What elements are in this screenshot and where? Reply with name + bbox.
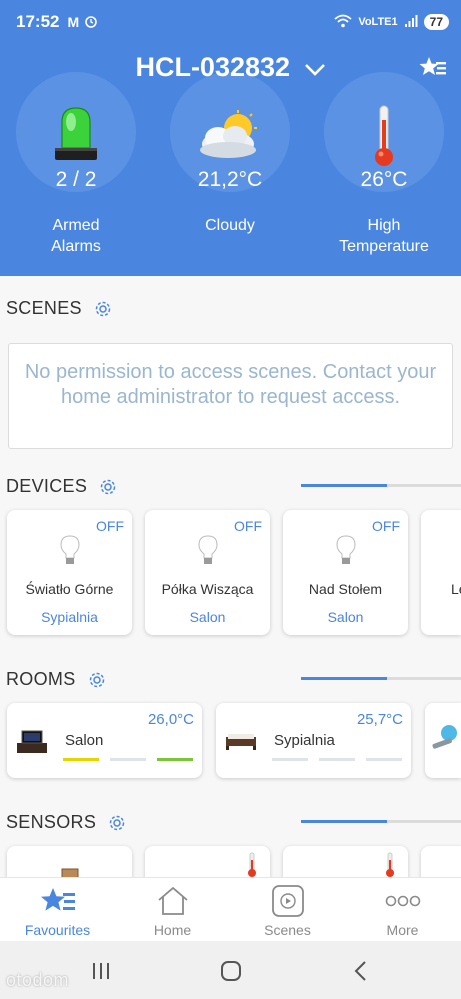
nav-label: Favourites [24, 922, 91, 938]
room-indicator [319, 758, 355, 761]
network-type: VoLTE1 [358, 16, 398, 28]
scroll-thumb [301, 484, 387, 487]
rooms-section-header: ROOMS [6, 669, 106, 690]
nav-label: Home [153, 922, 192, 938]
cloud-sun-icon [190, 110, 270, 169]
rooms-scroll-indicator [301, 677, 461, 680]
device-state: OFF [234, 518, 262, 534]
weather-label: Cloudy [160, 215, 300, 236]
section-title: SENSORS [6, 812, 97, 832]
device-name: Nad Stołem [308, 581, 383, 597]
device-room: Salon [189, 609, 226, 625]
favourites-edit-icon[interactable] [419, 56, 447, 85]
device-name: Światło Górne [25, 581, 114, 597]
star-list-icon [0, 884, 115, 918]
room-card[interactable]: 25,7°C Sypialnia [216, 703, 411, 778]
gear-icon[interactable] [99, 478, 117, 496]
device-state: OFF [372, 518, 400, 534]
device-room: Sypialnia [41, 609, 98, 625]
scenes-no-permission-message: No permission to access scenes. Contact … [8, 343, 453, 449]
room-indicator [157, 758, 193, 761]
chevron-down-icon [304, 53, 326, 84]
device-room: Salon [327, 609, 364, 625]
room-card[interactable] [425, 703, 461, 778]
alarm-clock-icon [84, 14, 98, 31]
devices-section-header: DEVICES [6, 476, 117, 497]
back-icon[interactable] [352, 960, 368, 987]
gear-icon[interactable] [108, 814, 126, 832]
recent-apps-icon[interactable] [91, 961, 111, 986]
light-bulb-icon [197, 534, 219, 571]
widget-label-line: Temperature [339, 238, 429, 255]
room-indicator [63, 758, 99, 761]
wifi-icon [334, 14, 352, 31]
widget-label-line: High [367, 217, 401, 234]
devices-scroll-indicator [301, 484, 461, 487]
nav-label: Scenes [264, 922, 311, 938]
device-card[interactable]: OFF Światło Górne Sypialnia [7, 510, 132, 635]
watermark: otodom [6, 970, 70, 990]
battery-indicator: 77 [423, 14, 449, 30]
thermometer-icon [371, 104, 397, 173]
sensors-section-header: SENSORS [6, 812, 126, 833]
room-temperature: 25,7°C [356, 711, 403, 728]
light-bulb-icon [335, 534, 357, 571]
siren-icon [51, 104, 101, 171]
gear-icon[interactable] [88, 671, 106, 689]
widget-label-line: Alarms [51, 238, 101, 255]
room-temperature: 26,0°C [147, 711, 194, 728]
play-icon [230, 884, 345, 918]
armed-alarms-label: Armed Alarms [6, 215, 146, 257]
section-title: DEVICES [6, 476, 88, 496]
signal-icon [404, 14, 418, 31]
high-temperature-value: 26°C [360, 168, 408, 191]
bed-icon [224, 729, 258, 756]
section-title: ROOMS [6, 669, 76, 689]
nav-more[interactable]: More [345, 884, 460, 938]
status-time: 17:52 [16, 12, 60, 31]
device-card[interactable]: OFF Półka Wisząca Salon [145, 510, 270, 635]
room-indicator [366, 758, 402, 761]
armed-alarms-value: 2 / 2 [55, 168, 97, 191]
status-bar: 17:52 M VoLTE1 77 [16, 10, 449, 34]
high-temperature-widget[interactable]: 26°C High Temperature [314, 72, 454, 255]
device-name: Półka Wisząca [161, 581, 254, 597]
sensors-scroll-indicator [301, 820, 461, 823]
weather-temperature: 21,2°C [197, 168, 263, 191]
house-icon [115, 884, 230, 918]
device-name: Le [451, 581, 461, 597]
nav-label: More [386, 922, 419, 938]
high-temperature-label: High Temperature [314, 215, 454, 257]
room-card[interactable]: 26,0°C Salon [7, 703, 202, 778]
device-card[interactable]: OFF Nad Stołem Salon [283, 510, 408, 635]
gear-icon[interactable] [94, 300, 112, 318]
scenes-section-header: SCENES [6, 298, 112, 319]
light-bulb-icon [59, 534, 81, 571]
armed-alarms-widget[interactable]: 2 / 2 Armed Alarms [6, 72, 146, 255]
scroll-thumb [301, 820, 387, 823]
weather-widget[interactable]: 21,2°C Cloudy [160, 72, 300, 234]
system-navigation-bar [0, 941, 461, 999]
gmail-icon: M [67, 14, 80, 30]
scroll-thumb [301, 677, 387, 680]
widget-label-line: Armed [52, 217, 100, 234]
nav-home[interactable]: Home [115, 884, 230, 938]
widget-label-line: Cloudy [205, 217, 255, 234]
device-state: OFF [96, 518, 124, 534]
nav-favourites[interactable]: Favourites [0, 884, 115, 938]
home-button-icon[interactable] [220, 960, 242, 987]
device-card[interactable]: Le [421, 510, 461, 635]
room-name: Sypialnia [274, 732, 335, 749]
header: 17:52 M VoLTE1 77 HCL-032832 2 / 2 Armed… [0, 0, 461, 276]
room-icon [429, 723, 459, 760]
section-title: SCENES [6, 298, 82, 318]
nav-scenes[interactable]: Scenes [230, 884, 345, 938]
room-name: Salon [65, 732, 104, 749]
bottom-navigation: Favourites Home Scenes More [0, 877, 461, 941]
room-indicator [272, 758, 308, 761]
tv-cabinet-icon [15, 729, 49, 760]
more-dots-icon [345, 884, 460, 918]
room-indicator [110, 758, 146, 761]
